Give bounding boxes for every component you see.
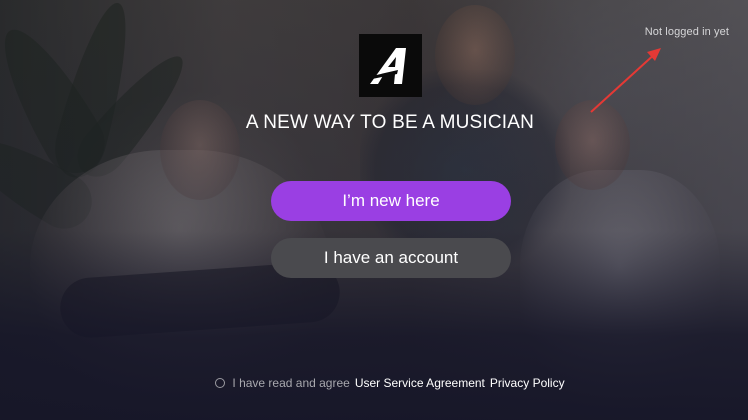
- agreement-text: I have read and agree: [232, 376, 350, 390]
- agreement-radio[interactable]: [215, 378, 226, 388]
- existing-account-button[interactable]: I have an account: [271, 238, 511, 278]
- agreement-row: I have read and agree User Service Agree…: [0, 376, 748, 390]
- page-title: A NEW WAY TO BE A MUSICIAN: [245, 112, 535, 133]
- login-status-text: Not logged in yet: [644, 26, 729, 38]
- privacy-policy-link[interactable]: Privacy Policy: [490, 376, 565, 390]
- brand-logo-icon: [369, 47, 406, 84]
- user-service-agreement-link[interactable]: User Service Agreement: [355, 376, 485, 390]
- new-user-button[interactable]: I’m new here: [271, 181, 511, 221]
- brand-logo: [359, 34, 422, 97]
- annotation-arrow-icon: [590, 48, 661, 113]
